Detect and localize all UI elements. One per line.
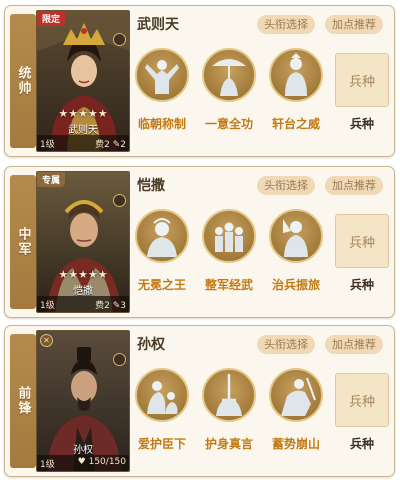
kneeling-figures-icon (147, 381, 178, 414)
troop-label: 兵种 (349, 278, 374, 292)
hero-card: 中军 专属 ★★★★★ 恺撒 1级 费2 ✎3 恺撒 头衔选择 加点推荐 无冕之… (4, 166, 395, 318)
skill-slot[interactable] (269, 368, 323, 422)
portrait-footer: 1级 费2 ✎2 (37, 135, 129, 151)
title-select-button[interactable]: 头衔选择 (257, 335, 315, 354)
skill-slot[interactable] (269, 209, 323, 263)
skill-label: 无冕之王 (137, 278, 186, 292)
level-label: 1级 (40, 140, 55, 150)
portrait-footer: 1级 ♥ 150/150 (37, 455, 129, 471)
troop-count-label: ♥ 150/150 (77, 457, 126, 467)
skill-slot[interactable] (202, 209, 256, 263)
skill-label: 蓄势崩山 (271, 437, 320, 451)
hero-portrait[interactable]: 专属 ★★★★★ 恺撒 1级 费2 ✎3 (36, 171, 130, 313)
hero-card: 统帅 限定 ★★★★★ 武则天 1级 费2 ✎2 武则天 头衔选择 加点推荐 临… (4, 5, 395, 157)
hero-portrait[interactable]: 限定 ★★★★★ 武则天 1级 费2 ✎2 (36, 10, 130, 152)
crowned-bust-icon (147, 218, 177, 257)
cost-label: 费2 ✎3 (95, 301, 126, 311)
charging-warrior-icon (281, 377, 316, 416)
hero-name: 武则天 (137, 17, 179, 33)
skill-slot[interactable] (202, 368, 256, 422)
hero-card: 前锋 ✕ 孙权 1级 ♥ 150/150 孙权 头衔选择 加点推荐 爱护臣下 护… (4, 325, 395, 477)
skill-slot[interactable] (269, 48, 323, 102)
hero-name: 恺撒 (137, 178, 165, 194)
troop-slot[interactable]: 兵种 (335, 214, 389, 268)
position-tab: 中军 (10, 175, 36, 309)
shield-badge-icon (113, 353, 126, 366)
troop-slot[interactable]: 兵种 (335, 53, 389, 107)
skill-slot[interactable] (202, 48, 256, 102)
points-recommend-button[interactable]: 加点推荐 (325, 335, 383, 354)
portrait-name: 孙权 (73, 445, 93, 456)
skill-label: 整军经武 (204, 278, 253, 292)
position-tab: 统帅 (10, 14, 36, 148)
skill-label: 临朝称制 (137, 117, 186, 131)
parasol-figure-icon (212, 59, 246, 96)
skill-label: 轩台之威 (271, 117, 320, 131)
hero-portrait[interactable]: ✕ 孙权 1级 ♥ 150/150 (36, 330, 130, 472)
exclusive-tag: 专属 (37, 172, 66, 187)
level-label: 1级 (40, 301, 55, 311)
skill-label: 爱护臣下 (137, 437, 186, 451)
points-recommend-button[interactable]: 加点推荐 (325, 15, 383, 34)
skill-slot[interactable] (135, 48, 189, 102)
position-tab: 前锋 (10, 334, 36, 468)
portrait-name: 恺撒 (73, 286, 93, 297)
skill-slot[interactable] (135, 209, 189, 263)
hero-name: 孙权 (137, 337, 165, 353)
heart-icon: ♥ (77, 457, 86, 467)
cost-label: 费2 ✎2 (95, 140, 126, 150)
court-lady-icon (285, 53, 307, 96)
points-recommend-button[interactable]: 加点推荐 (325, 176, 383, 195)
armored-knight-icon (283, 219, 308, 257)
shield-badge-icon (113, 33, 126, 46)
troop-label: 兵种 (349, 117, 374, 131)
sword-vow-icon (216, 374, 242, 416)
troop-label: 兵种 (349, 437, 374, 451)
title-select-button[interactable]: 头衔选择 (257, 15, 315, 34)
skill-slot[interactable] (135, 368, 189, 422)
level-label: 1级 (40, 460, 55, 470)
raised-arms-icon (145, 60, 179, 94)
skill-label: 一意全功 (204, 117, 253, 131)
title-select-button[interactable]: 头衔选择 (257, 176, 315, 195)
troop-formation-icon (215, 222, 243, 252)
portrait-footer: 1级 费2 ✎3 (37, 296, 129, 312)
skill-label: 治兵振旅 (271, 278, 320, 292)
star-rating: ★★★★★ (58, 107, 108, 120)
skill-label: 护身真言 (204, 437, 253, 451)
limited-tag: 限定 (37, 11, 66, 26)
shield-badge-icon (113, 194, 126, 207)
troop-slot[interactable]: 兵种 (335, 373, 389, 427)
close-icon[interactable]: ✕ (40, 334, 53, 347)
portrait-name: 武则天 (68, 125, 98, 136)
star-rating: ★★★★★ (58, 268, 108, 281)
